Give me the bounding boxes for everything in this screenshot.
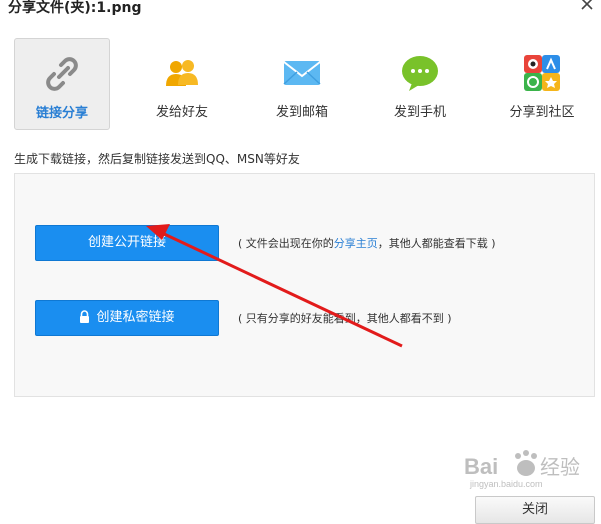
- tab-label: 链接分享: [35, 106, 88, 121]
- tab-label: 发到邮箱: [275, 105, 328, 120]
- svg-text:Bai: Bai: [464, 454, 498, 479]
- tab-share-to-community[interactable]: 分享到社区: [494, 38, 590, 130]
- share-description: 生成下载链接，然后复制链接发送到QQ、MSN等好友: [14, 152, 300, 166]
- create-public-link-button[interactable]: 创建公开链接: [35, 225, 219, 261]
- close-icon[interactable]: [579, 0, 595, 12]
- community-icon: [524, 55, 560, 91]
- share-method-tabs: 链接分享 发给好友 发到邮箱 发到手机 分享到社区: [0, 36, 601, 132]
- baidu-jingyan-watermark: Bai 经验 jingyan.baidu.com: [464, 450, 580, 489]
- button-label: 创建私密链接: [96, 310, 175, 325]
- share-homepage-link[interactable]: 分享主页: [334, 237, 378, 250]
- link-options-panel: 创建公开链接 ( 文件会出现在你的分享主页，其他人都能查看下载 ) 创建私密链接…: [14, 173, 595, 397]
- tab-label: 发给好友: [155, 105, 208, 120]
- svg-text:jingyan.baidu.com: jingyan.baidu.com: [469, 479, 543, 489]
- create-private-link-button[interactable]: 创建私密链接: [35, 300, 219, 336]
- mail-icon: [283, 61, 321, 85]
- svg-text:经验: 经验: [540, 455, 580, 479]
- dialog-titlebar: 分享文件(夹):1.png: [0, 0, 601, 18]
- button-label: 创建公开链接: [87, 235, 166, 250]
- tab-send-to-friends[interactable]: 发给好友: [134, 38, 230, 130]
- public-link-note: ( 文件会出现在你的分享主页，其他人都能查看下载 ): [238, 237, 496, 250]
- friends-icon: [166, 60, 198, 86]
- dialog-title: 分享文件(夹):1.png: [8, 0, 142, 16]
- link-icon: [46, 57, 78, 91]
- chat-bubble-icon: [402, 56, 438, 91]
- tab-send-to-phone[interactable]: 发到手机: [372, 38, 468, 130]
- tab-link-share[interactable]: 链接分享: [14, 38, 110, 130]
- lock-icon: [80, 310, 90, 323]
- tab-label: 分享到社区: [509, 105, 575, 120]
- tab-send-to-email[interactable]: 发到邮箱: [254, 38, 350, 130]
- private-link-note: ( 只有分享的好友能看到，其他人都看不到 ): [238, 312, 452, 325]
- tab-label: 发到手机: [393, 105, 446, 120]
- close-button[interactable]: 关闭: [475, 496, 595, 524]
